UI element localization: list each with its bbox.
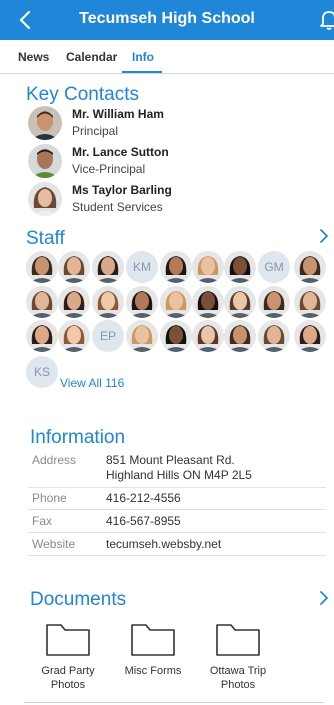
phone-row[interactable]: Phone 416-212-4556 <box>28 488 326 510</box>
folder-label-line2: Photos <box>50 679 86 691</box>
active-tab-indicator <box>122 71 162 73</box>
website-row[interactable]: Website tecumseh.websby.net <box>28 533 326 556</box>
staff-avatar[interactable] <box>192 286 224 318</box>
chevron-right-icon[interactable] <box>318 590 330 606</box>
view-all-staff-link[interactable]: View All 116 <box>60 376 124 390</box>
tab-calendar[interactable]: Calendar <box>66 50 117 64</box>
staff-avatar[interactable] <box>294 320 326 352</box>
staff-avatar[interactable] <box>294 251 326 283</box>
website-label: Website <box>32 537 76 551</box>
folder-label: Grad Party Photos <box>28 664 108 692</box>
staff-avatar[interactable] <box>26 286 58 318</box>
staff-avatar[interactable] <box>126 320 158 352</box>
folder-label: Misc Forms <box>113 664 193 678</box>
document-folder[interactable]: Misc Forms <box>113 620 193 678</box>
document-folder[interactable]: Grad Party Photos <box>28 620 108 692</box>
folder-icon <box>216 624 260 656</box>
tab-bar: News Calendar Info <box>0 40 334 74</box>
staff-avatar[interactable] <box>258 286 290 318</box>
staff-initials-avatar[interactable]: KS <box>26 356 58 388</box>
bell-icon[interactable] <box>318 9 334 31</box>
staff-avatar[interactable] <box>224 251 256 283</box>
contact-role: Student Services <box>72 200 163 214</box>
document-folder[interactable]: Ottawa Trip Photos <box>198 620 278 692</box>
divider <box>24 702 324 703</box>
contact-name: Mr. Lance Sutton <box>72 145 169 159</box>
documents-heading[interactable]: Documents <box>30 589 126 611</box>
staff-avatar[interactable] <box>160 286 192 318</box>
phone-value[interactable]: 416-212-4556 <box>106 490 181 506</box>
avatar <box>28 106 62 140</box>
folder-icon <box>46 624 90 656</box>
fax-value: 416-567-8955 <box>106 514 181 528</box>
chevron-right-icon[interactable] <box>318 228 330 244</box>
folder-label-line1: Misc Forms <box>124 665 182 677</box>
tab-info[interactable]: Info <box>132 50 154 64</box>
staff-avatar[interactable] <box>92 251 124 283</box>
staff-initials-avatar[interactable]: KM <box>126 251 158 283</box>
app-header: Tecumseh High School <box>0 0 334 40</box>
staff-avatar[interactable] <box>92 286 124 318</box>
staff-initials-avatar[interactable]: GM <box>258 251 290 283</box>
staff-heading[interactable]: Staff <box>26 228 65 250</box>
key-contacts-heading: Key Contacts <box>26 84 139 105</box>
staff-avatar[interactable] <box>294 286 326 318</box>
staff-avatar[interactable] <box>160 251 192 283</box>
contact-role: Vice-Principal <box>72 162 146 176</box>
staff-avatar[interactable] <box>224 320 256 352</box>
staff-initials-avatar[interactable]: EP <box>92 320 124 352</box>
staff-avatar[interactable] <box>192 251 224 283</box>
fax-row: Fax 416-567-8955 <box>28 510 326 533</box>
address-label: Address <box>32 453 77 467</box>
staff-avatar[interactable] <box>224 286 256 318</box>
staff-avatar[interactable] <box>26 251 58 283</box>
staff-avatar[interactable] <box>192 320 224 352</box>
website-value[interactable]: tecumseh.websby.net <box>106 536 221 552</box>
contact-name: Ms Taylor Barling <box>72 183 172 197</box>
staff-avatar[interactable] <box>126 286 158 318</box>
staff-avatar[interactable] <box>258 320 290 352</box>
staff-avatar[interactable] <box>160 320 192 352</box>
avatar <box>28 182 62 216</box>
page-title: Tecumseh High School <box>79 10 255 27</box>
folder-label-line1: Grad Party <box>41 665 95 677</box>
address-line2: Highland Hills ON M4P 2L5 <box>106 468 252 482</box>
folder-icon <box>131 624 175 656</box>
staff-avatar[interactable] <box>58 251 90 283</box>
phone-label: Phone <box>32 491 67 505</box>
contact-name: Mr. William Ham <box>72 107 164 121</box>
avatar <box>28 144 62 178</box>
folder-label-line2: Photos <box>220 679 256 691</box>
address-row: Address 851 Mount Pleasant Rd. Highland … <box>28 450 326 488</box>
staff-avatar[interactable] <box>58 286 90 318</box>
address-line1: 851 Mount Pleasant Rd. <box>106 453 235 467</box>
tab-news[interactable]: News <box>18 50 49 64</box>
information-heading: Information <box>30 427 126 448</box>
folder-label-line1: Ottawa Trip <box>209 665 267 677</box>
fax-label: Fax <box>32 514 53 528</box>
contact-role: Principal <box>72 124 119 138</box>
staff-avatar[interactable] <box>58 320 90 352</box>
staff-avatar[interactable] <box>26 320 58 352</box>
folder-label: Ottawa Trip Photos <box>198 664 278 692</box>
